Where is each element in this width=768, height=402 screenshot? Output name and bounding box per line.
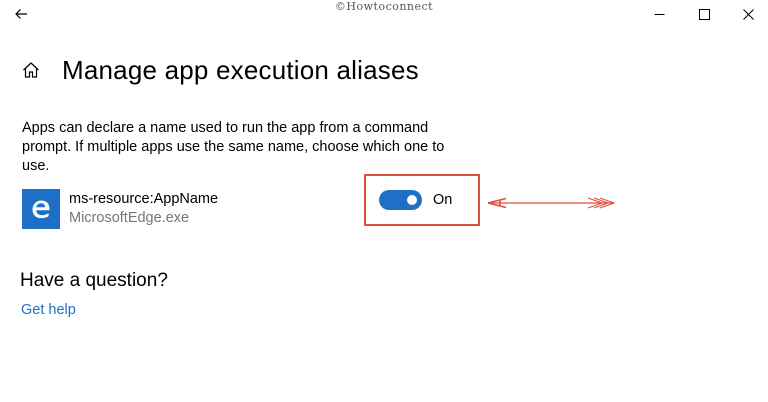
title-bar: ©Howtoconnect: [0, 0, 768, 28]
maximize-button[interactable]: [689, 2, 719, 26]
toggle-state-label: On: [433, 192, 453, 208]
close-icon: [742, 8, 754, 20]
alias-toggle[interactable]: [379, 190, 422, 210]
maximize-icon: [698, 8, 710, 20]
alias-name: ms-resource:AppName: [69, 191, 219, 207]
alias-texts: ms-resource:AppName MicrosoftEdge.exe: [69, 190, 218, 228]
home-button[interactable]: [20, 59, 42, 81]
help-heading: Have a question?: [20, 270, 168, 291]
minimize-icon: [654, 13, 664, 15]
close-button[interactable]: [733, 2, 763, 26]
page-header: Manage app execution aliases: [20, 50, 419, 90]
get-help-link[interactable]: Get help: [21, 302, 76, 318]
page-title: Manage app execution aliases: [62, 54, 419, 85]
minimize-button[interactable]: [644, 2, 674, 26]
description-text: Apps can declare a name used to run the …: [22, 120, 445, 174]
app-tile: [22, 189, 60, 229]
alias-executable: MicrosoftEdge.exe: [69, 210, 190, 226]
alias-row: ms-resource:AppName MicrosoftEdge.exe: [22, 188, 218, 230]
annotation-arrow-icon: [487, 197, 616, 209]
settings-window: ©Howtoconnect Manage app execution alias…: [0, 0, 768, 402]
toggle-knob: [407, 195, 417, 205]
edge-icon: [32, 200, 50, 219]
home-icon: [23, 62, 39, 78]
